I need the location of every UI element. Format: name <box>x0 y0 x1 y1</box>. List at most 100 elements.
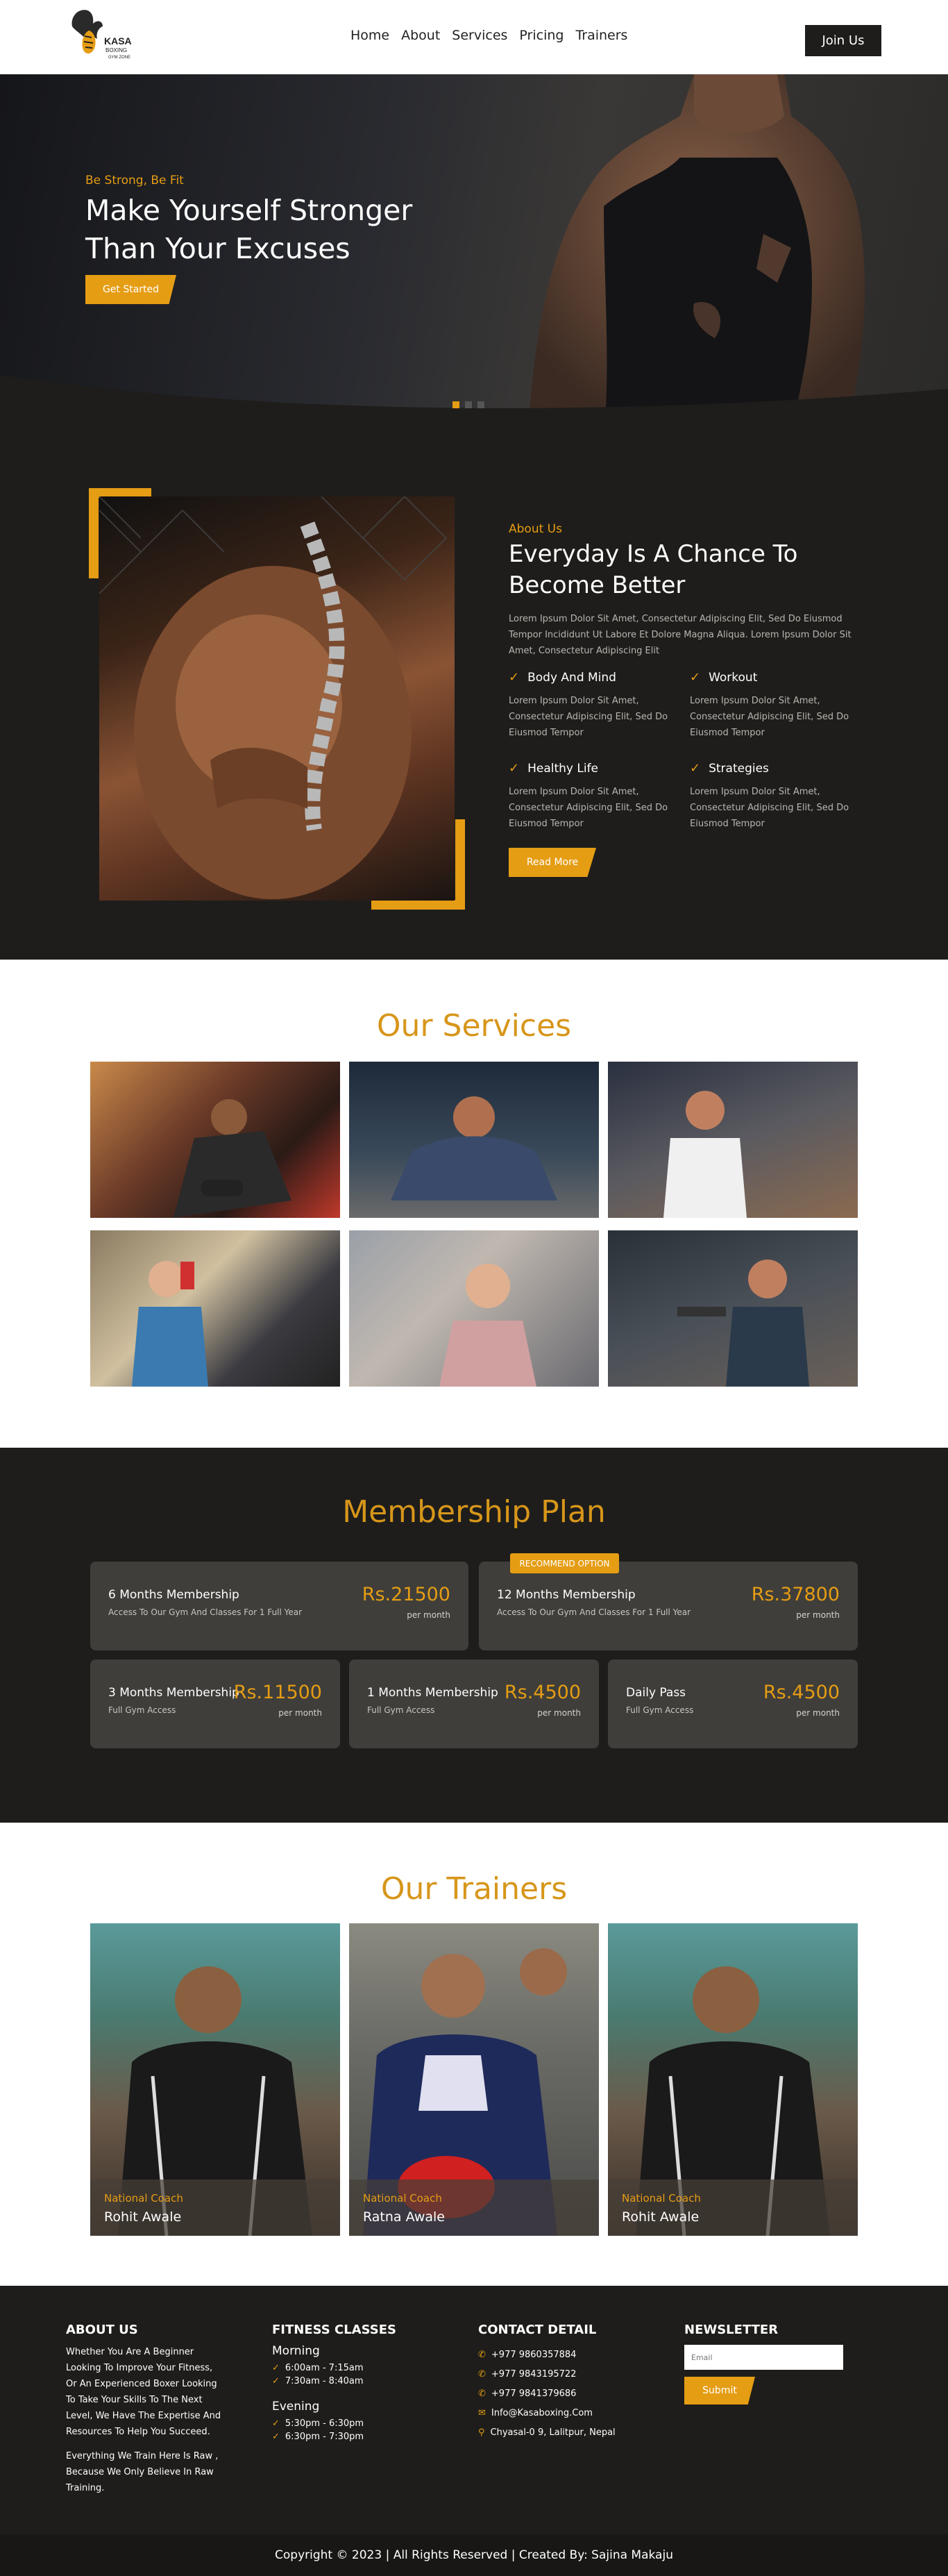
plan-description: Full Gym Access <box>626 1705 694 1715</box>
read-more-button[interactable]: Read More <box>509 848 596 877</box>
trainer-role: National Coach <box>622 2192 701 2205</box>
evening-label: Evening <box>272 2400 320 2414</box>
check-icon: ✓ <box>690 761 701 776</box>
plan-card-12-months[interactable]: 12 Months Membership Access To Our Gym A… <box>479 1562 858 1650</box>
plan-price: Rs.21500 <box>362 1584 450 1605</box>
trainer-caption: National Coach Rohit Awale <box>608 2180 858 2236</box>
plan-description: Full Gym Access <box>367 1705 435 1715</box>
check-icon: ✓ <box>272 2375 280 2386</box>
phone-icon: ✆ <box>478 2349 486 2360</box>
footer-about-text: Whether You Are A Beginner Looking To Im… <box>66 2347 221 2437</box>
feature-title: Healthy Life <box>527 761 599 776</box>
feature-title: Strategies <box>709 761 769 776</box>
copyright-bar: Copyright © 2023 | All Rights Reserved |… <box>0 2534 948 2576</box>
trainer-role: National Coach <box>363 2192 442 2205</box>
morning-label: Morning <box>272 2344 320 2358</box>
newsletter-submit-button[interactable]: Submit <box>684 2377 755 2404</box>
hero-title: Make Yourself Stronger Than Your Excuses <box>85 194 413 265</box>
carousel-dot-3[interactable] <box>477 401 484 408</box>
morning-time-2: ✓ 7:30am - 8:40am <box>272 2375 364 2386</box>
check-icon: ✓ <box>272 2362 280 2373</box>
nav-trainers[interactable]: Trainers <box>575 28 627 43</box>
brand-sub: BOXING <box>105 47 127 53</box>
feature-text: Lorem Ipsum Dolor Sit Amet, Consectetur … <box>690 787 849 829</box>
footer-newsletter-title: NEWSLETTER <box>684 2323 779 2337</box>
service-image-dumbbell-row[interactable] <box>90 1062 340 1218</box>
service-image-pushup[interactable] <box>349 1062 599 1218</box>
about-tagline: About Us <box>509 522 562 536</box>
nav-services[interactable]: Services <box>452 28 507 43</box>
trainer-role: National Coach <box>104 2192 183 2205</box>
footer-contact-title: CONTACT DETAIL <box>478 2323 597 2337</box>
carousel-dots <box>452 401 484 408</box>
plan-name: 12 Months Membership <box>497 1588 636 1602</box>
plan-price: Rs.4500 <box>763 1682 840 1703</box>
services-title: Our Services <box>376 1008 572 1044</box>
plan-card-3-months[interactable]: 3 Months Membership Full Gym Access Rs.1… <box>90 1659 340 1748</box>
plan-card-daily-pass[interactable]: Daily Pass Full Gym Access Rs.4500 per m… <box>608 1659 858 1748</box>
nav-about[interactable]: About <box>401 28 440 43</box>
brand-logo[interactable]: KASA BOXING GYM ZONE <box>68 6 165 68</box>
membership-title: Membership Plan <box>342 1494 606 1530</box>
contact-phone-2[interactable]: ✆ +977 9843195722 <box>478 2366 576 2382</box>
footer-about-text-2: Everything We Train Here Is Raw , Becaus… <box>66 2451 219 2493</box>
feature-text: Lorem Ipsum Dolor Sit Amet, Consectetur … <box>690 696 849 738</box>
trainer-card-2[interactable]: National Coach Ratna Awale <box>349 1923 599 2236</box>
phone-icon: ✆ <box>478 2388 486 2399</box>
plan-description: Access To Our Gym And Classes For 1 Full… <box>108 1607 303 1617</box>
trainer-card-1[interactable]: National Coach Rohit Awale <box>90 1923 340 2236</box>
about-description: Lorem Ipsum Dolor Sit Amet, Consectetur … <box>509 614 852 656</box>
newsletter-email-input[interactable] <box>684 2345 843 2370</box>
service-image-hydration[interactable] <box>90 1230 340 1387</box>
plan-card-6-months[interactable]: 6 Months Membership Access To Our Gym An… <box>90 1562 468 1650</box>
trainer-name: Rohit Awale <box>622 2209 700 2225</box>
plan-period: per month <box>278 1708 322 1718</box>
location-pin-icon: ⚲ <box>478 2427 485 2438</box>
footer-about-title: ABOUT US <box>66 2323 138 2337</box>
trainer-card-3[interactable]: National Coach Rohit Awale <box>608 1923 858 2236</box>
plan-card-1-month[interactable]: 1 Months Membership Full Gym Access Rs.4… <box>349 1659 599 1748</box>
feature-text: Lorem Ipsum Dolor Sit Amet, Consectetur … <box>509 696 668 738</box>
trainers-title: Our Trainers <box>380 1871 568 1907</box>
contact-email[interactable]: ✉ Info@Kasaboxing.Com <box>478 2405 593 2420</box>
feature-healthy-life: ✓ Healthy Life Lorem Ipsum Dolor Sit Amet… <box>509 761 675 832</box>
main-nav: Home About Services Pricing Trainers <box>350 28 639 43</box>
plan-period: per month <box>796 1708 840 1718</box>
trainer-caption: National Coach Ratna Awale <box>349 2180 599 2236</box>
service-image-lunge[interactable] <box>349 1230 599 1387</box>
plan-name: 3 Months Membership <box>108 1686 239 1700</box>
nav-pricing[interactable]: Pricing <box>519 28 564 43</box>
feature-strategies: ✓ Strategies Lorem Ipsum Dolor Sit Amet, … <box>690 761 856 832</box>
hero-tagline: Be Strong, Be Fit <box>85 174 184 187</box>
nav-home[interactable]: Home <box>350 28 389 43</box>
plan-price: Rs.11500 <box>233 1682 322 1703</box>
join-us-button[interactable]: Join Us <box>805 25 881 56</box>
hero-wave-divider <box>0 375 948 444</box>
brand-tagline: GYM ZONE <box>108 56 130 60</box>
carousel-dot-2[interactable] <box>465 401 472 408</box>
check-icon: ✓ <box>509 761 520 776</box>
footer-classes-title: FITNESS CLASSES <box>272 2323 397 2337</box>
about-image <box>99 496 455 901</box>
evening-time-2: ✓ 6:30pm - 7:30pm <box>272 2431 364 2442</box>
plan-name: 1 Months Membership <box>367 1686 498 1700</box>
check-icon: ✓ <box>272 2418 280 2429</box>
feature-title: Workout <box>709 670 758 685</box>
check-icon: ✓ <box>690 670 701 685</box>
service-image-treadmill[interactable] <box>608 1062 858 1218</box>
get-started-button[interactable]: Get Started <box>85 275 176 304</box>
brand-name: KASA <box>104 35 132 47</box>
trainer-name: Ratna Awale <box>363 2209 445 2225</box>
carousel-dot-1[interactable] <box>452 401 459 408</box>
plan-price: Rs.4500 <box>504 1682 581 1703</box>
contact-phone-3[interactable]: ✆ +977 9841379686 <box>478 2386 576 2401</box>
about-title: Everyday Is A Chance To Become Better <box>509 540 798 599</box>
feature-workout: ✓ Workout Lorem Ipsum Dolor Sit Amet, Con… <box>690 670 856 741</box>
plan-name: Daily Pass <box>626 1686 686 1700</box>
service-image-curls[interactable] <box>608 1230 858 1387</box>
plan-description: Access To Our Gym And Classes For 1 Full… <box>497 1607 691 1617</box>
phone-icon: ✆ <box>478 2368 486 2380</box>
contact-phone-1[interactable]: ✆ +977 9860357884 <box>478 2347 576 2362</box>
recommend-badge: RECOMMEND OPTION <box>510 1553 619 1573</box>
plan-period: per month <box>537 1708 581 1718</box>
